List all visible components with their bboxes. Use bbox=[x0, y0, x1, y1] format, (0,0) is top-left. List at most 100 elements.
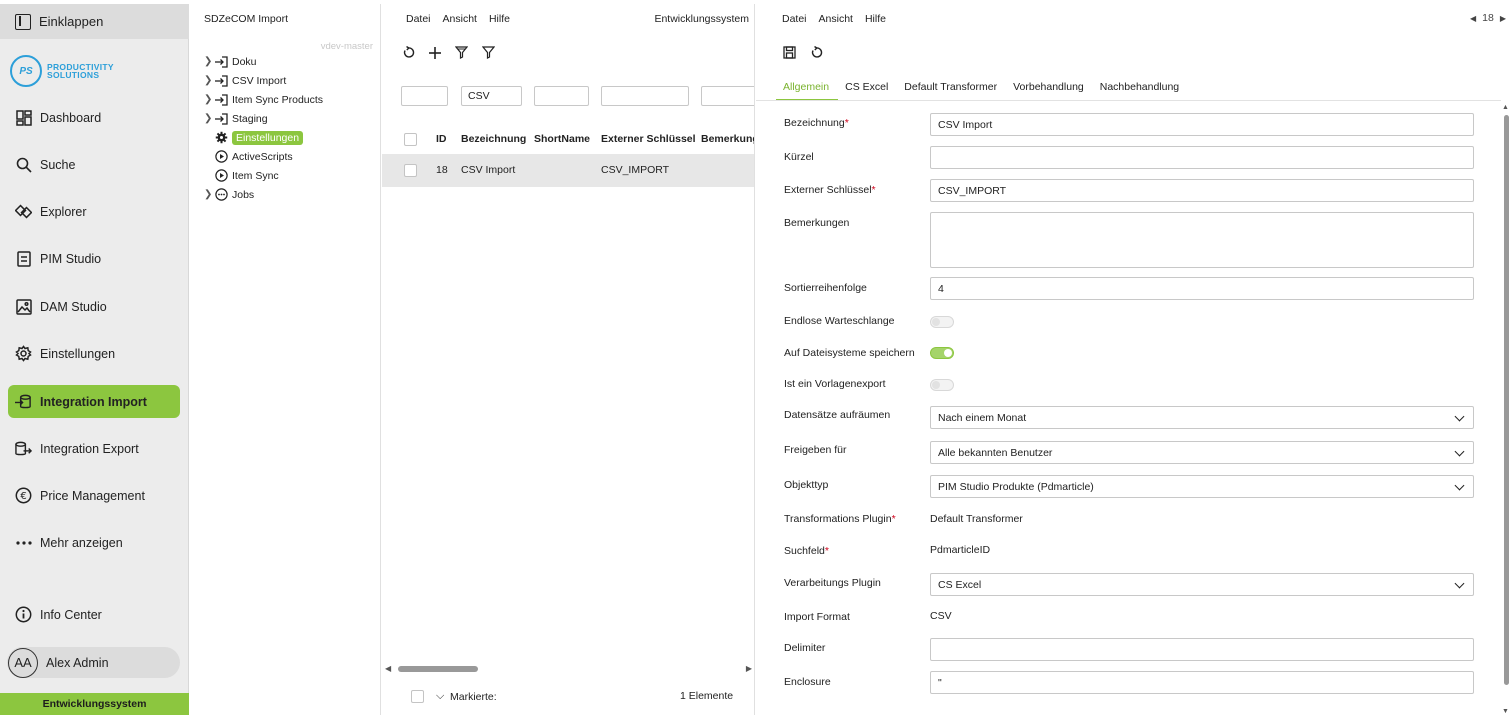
scrollbar-thumb[interactable] bbox=[398, 666, 478, 672]
nav-item-pim-studio[interactable]: PIM Studio bbox=[8, 242, 180, 275]
tree-item-label: Staging bbox=[232, 112, 268, 125]
table-row[interactable]: 18 CSV Import CSV_IMPORT bbox=[382, 154, 754, 187]
menu-ansicht[interactable]: Ansicht bbox=[819, 13, 853, 25]
chevron-down-icon[interactable]: ⌵ bbox=[436, 690, 444, 703]
chevron-right-icon[interactable]: ❯ bbox=[204, 75, 214, 86]
column-header-bemerkung[interactable]: Bemerkung bbox=[701, 133, 754, 145]
verarbeitungs-plugin-select[interactable]: CS Excel bbox=[930, 573, 1474, 596]
marked-label: Markierte: bbox=[450, 691, 497, 703]
save-button[interactable] bbox=[783, 46, 796, 62]
label-bemerkungen: Bemerkungen bbox=[784, 217, 850, 229]
sortierreihenfolge-field[interactable]: 4 bbox=[930, 277, 1474, 300]
filter-button[interactable] bbox=[481, 46, 496, 62]
bemerkungen-textarea[interactable] bbox=[930, 212, 1474, 268]
tree-item-doku[interactable]: ❯ Doku bbox=[204, 53, 257, 70]
plus-icon bbox=[429, 47, 441, 59]
enclosure-field[interactable]: " bbox=[930, 671, 1474, 694]
nav-item-explorer[interactable]: Explorer bbox=[8, 195, 180, 228]
menu-hilfe[interactable]: Hilfe bbox=[865, 13, 886, 25]
menu-ansicht[interactable]: Ansicht bbox=[443, 13, 477, 25]
select-all-checkbox[interactable] bbox=[404, 133, 417, 146]
logo-mark: PS bbox=[10, 55, 42, 87]
scroll-up-arrow-icon[interactable]: ▲ bbox=[1502, 104, 1509, 111]
next-record-icon[interactable]: ▶ bbox=[1500, 14, 1506, 23]
tab-vorbehandlung[interactable]: Vorbehandlung bbox=[1006, 81, 1093, 101]
scroll-right-arrow-icon[interactable]: ▶ bbox=[746, 664, 752, 673]
menu-datei[interactable]: Datei bbox=[406, 13, 431, 25]
nav-item-dam-studio[interactable]: DAM Studio bbox=[8, 290, 180, 323]
footer-checkbox[interactable] bbox=[411, 690, 424, 703]
tree-item-jobs[interactable]: ❯ Jobs bbox=[204, 186, 254, 203]
nav-item-einstellungen[interactable]: Einstellungen bbox=[8, 337, 180, 370]
freigeben-select[interactable]: Alle bekannten Benutzer bbox=[930, 441, 1474, 464]
filter-id-input[interactable] bbox=[401, 86, 448, 106]
horizontal-scrollbar[interactable]: ◀ ▶ bbox=[385, 664, 752, 674]
detail-menu-bar: Datei Ansicht Hilfe bbox=[782, 13, 886, 25]
user-menu[interactable]: AA Alex Admin bbox=[7, 647, 180, 678]
nav-item-dashboard[interactable]: Dashboard bbox=[8, 101, 180, 134]
add-button[interactable] bbox=[429, 46, 441, 62]
filter-bemerkung-input[interactable] bbox=[701, 86, 754, 106]
externer-schluessel-field[interactable]: CSV_IMPORT bbox=[930, 179, 1474, 202]
refresh-button[interactable] bbox=[810, 45, 823, 62]
main-navigation: Einklappen PS PRODUCTIVITY SOLUTIONS Das… bbox=[0, 4, 189, 715]
tree-item-csv-import[interactable]: ❯ CSV Import bbox=[204, 72, 286, 89]
chevron-right-icon[interactable]: ❯ bbox=[204, 56, 214, 67]
cell-externer-schluessel: CSV_IMPORT bbox=[601, 164, 670, 176]
kuerzel-field[interactable] bbox=[930, 146, 1474, 169]
column-header-id[interactable]: ID bbox=[436, 133, 447, 145]
collapse-label: Einklappen bbox=[39, 14, 104, 29]
scrollbar-thumb[interactable] bbox=[1504, 115, 1509, 685]
endlose-warteschlange-toggle[interactable] bbox=[930, 316, 954, 328]
refresh-button[interactable] bbox=[402, 45, 415, 62]
filter-externer-schluessel-input[interactable] bbox=[601, 86, 689, 106]
column-header-bezeichnung[interactable]: Bezeichnung bbox=[461, 133, 526, 145]
label-vorlagenexport: Ist ein Vorlagenexport bbox=[784, 378, 886, 390]
clear-filter-button[interactable] bbox=[454, 46, 469, 62]
environment-label: Entwicklungssystem bbox=[654, 13, 749, 25]
auf-dateisysteme-toggle[interactable] bbox=[930, 347, 954, 359]
datensaetze-select[interactable]: Nach einem Monat bbox=[930, 406, 1474, 429]
column-header-externer-schluessel[interactable]: Externer Schlüssel bbox=[601, 133, 696, 145]
vorlagenexport-toggle[interactable] bbox=[930, 379, 954, 391]
row-checkbox[interactable] bbox=[404, 164, 417, 177]
scroll-down-arrow-icon[interactable]: ▼ bbox=[1502, 708, 1509, 715]
objekttyp-select[interactable]: PIM Studio Produkte (Pdmarticle) bbox=[930, 475, 1474, 498]
label-freigeben: Freigeben für bbox=[784, 444, 847, 456]
menu-datei[interactable]: Datei bbox=[782, 13, 807, 25]
branch-label: vdev-master bbox=[320, 41, 373, 52]
previous-record-icon[interactable]: ◀ bbox=[1470, 14, 1476, 23]
bezeichnung-field[interactable]: CSV Import bbox=[930, 113, 1474, 136]
tab-default-transformer[interactable]: Default Transformer bbox=[897, 81, 1006, 101]
collapse-button[interactable]: Einklappen bbox=[0, 4, 189, 39]
filter-shortname-input[interactable] bbox=[534, 86, 589, 106]
column-header-shortname[interactable]: ShortName bbox=[534, 133, 590, 145]
filter-bezeichnung-input[interactable]: CSV bbox=[461, 86, 522, 106]
tree-item-einstellungen[interactable]: Einstellungen bbox=[204, 129, 304, 146]
tab-allgemein[interactable]: Allgemein bbox=[776, 81, 839, 101]
tree-item-activescripts[interactable]: ActiveScripts bbox=[204, 148, 293, 165]
gear-icon bbox=[214, 131, 228, 145]
tab-nachbehandlung[interactable]: Nachbehandlung bbox=[1093, 81, 1188, 101]
chevron-right-icon[interactable]: ❯ bbox=[204, 189, 214, 200]
delimiter-field[interactable] bbox=[930, 638, 1474, 661]
tree-item-item-sync[interactable]: Item Sync bbox=[204, 167, 279, 184]
scroll-left-arrow-icon[interactable]: ◀ bbox=[385, 664, 391, 673]
nav-item-integration-import[interactable]: Integration Import bbox=[8, 385, 180, 418]
chevron-right-icon[interactable]: ❯ bbox=[204, 113, 214, 124]
list-panel: Datei Ansicht Hilfe Entwicklungssystem C… bbox=[382, 4, 755, 715]
dashboard-icon bbox=[15, 109, 32, 126]
tab-cs-excel[interactable]: CS Excel bbox=[838, 81, 897, 101]
vertical-scrollbar[interactable]: ▲ ▼ bbox=[1502, 104, 1511, 715]
label-datensaetze: Datensätze aufräumen bbox=[784, 409, 891, 421]
nav-item-integration-export[interactable]: Integration Export bbox=[8, 432, 180, 465]
nav-item-price-management[interactable]: € Price Management bbox=[8, 479, 180, 512]
nav-item-suche[interactable]: Suche bbox=[8, 148, 180, 181]
tree-item-item-sync-products[interactable]: ❯ Item Sync Products bbox=[204, 91, 323, 108]
menu-hilfe[interactable]: Hilfe bbox=[489, 13, 510, 25]
nav-item-mehr-anzeigen[interactable]: Mehr anzeigen bbox=[8, 526, 180, 559]
nav-item-label: Einstellungen bbox=[40, 346, 116, 361]
tree-item-staging[interactable]: ❯ Staging bbox=[204, 110, 268, 127]
info-center-button[interactable]: Info Center bbox=[8, 598, 180, 631]
chevron-right-icon[interactable]: ❯ bbox=[204, 94, 214, 105]
